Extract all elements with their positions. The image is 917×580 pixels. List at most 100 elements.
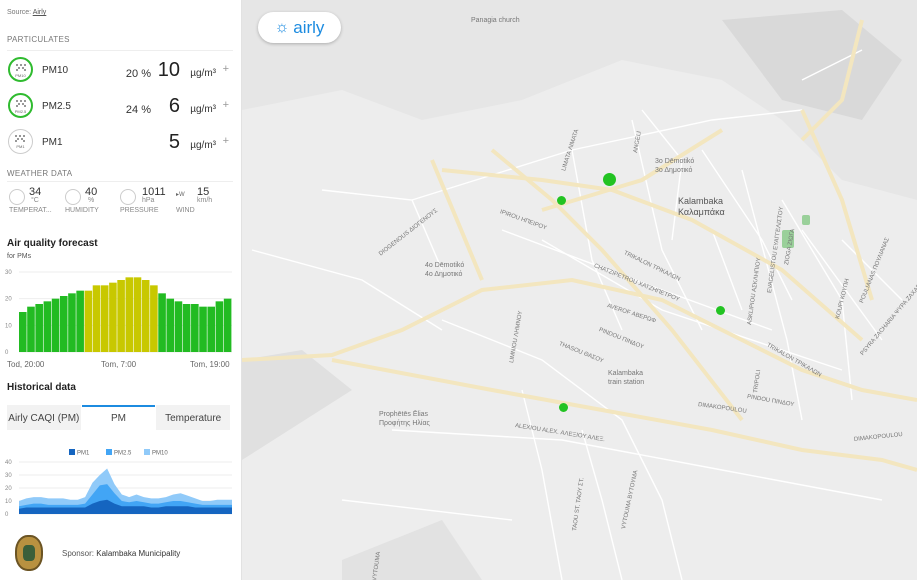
- pm-row-pm25[interactable]: PM2.5 PM2.5 24 % 6 µg/m³ +: [7, 91, 233, 121]
- pm-name: PM1: [42, 137, 63, 148]
- poi-station: Kalambaka: [608, 370, 644, 377]
- forecast-chart: 0 10 20 30: [5, 270, 232, 356]
- poi-prophet: Prophētēs Ēlias: [379, 411, 429, 418]
- forecast-bar: [207, 306, 216, 352]
- legend-swatch: [144, 449, 150, 455]
- historical-tabs: Airly CAQI (PM) PM Temperature: [7, 405, 231, 430]
- pm-value: 5: [168, 131, 180, 153]
- forecast-bar: [191, 304, 199, 352]
- poi-demotiko4-gr: 4ο Δημοτικό: [425, 271, 463, 278]
- forecast-bar: [182, 304, 191, 352]
- gauge-icon: [120, 189, 136, 205]
- pm-name: PM10: [42, 65, 69, 76]
- forecast-bar: [125, 277, 134, 352]
- sponsor-label: Sponsor:: [62, 549, 95, 558]
- pm-percent: 20 %: [125, 68, 151, 80]
- pm-percent: 24 %: [125, 104, 151, 116]
- divider: [7, 181, 233, 182]
- y-tick-label: 10: [5, 499, 12, 505]
- droplet-icon: [65, 189, 81, 205]
- forecast-title: Air quality forecast: [7, 238, 98, 249]
- forecast-bar: [51, 298, 60, 352]
- pm-name: PM2.5: [42, 101, 71, 112]
- humidity-unit: %: [88, 197, 95, 204]
- map-parks: [782, 215, 810, 248]
- forecast-subtitle: for PMs: [7, 253, 32, 260]
- particulates-heading: PARTICULATES: [7, 35, 70, 44]
- sensor-marker[interactable]: [557, 196, 566, 205]
- town-kalambaka: Kalambaka: [678, 196, 724, 206]
- pm-row-pm1[interactable]: PM1 PM1 5 µg/m³ +: [7, 127, 233, 157]
- poi-station2: train station: [608, 379, 645, 386]
- forecast-tick-start: Tod, 20:00: [7, 360, 45, 369]
- sensor-marker[interactable]: [716, 306, 725, 315]
- expand-plus-icon[interactable]: +: [223, 135, 229, 147]
- legend-swatch: [69, 449, 75, 455]
- forecast-bar: [199, 306, 207, 352]
- pressure-label: PRESSURE: [120, 207, 159, 214]
- wind-arrow-icon: ▸W: [176, 192, 185, 198]
- forecast-bar: [141, 280, 150, 352]
- pm-unit: µg/m³: [190, 104, 216, 115]
- tab-temperature[interactable]: Temperature: [156, 405, 231, 430]
- forecast-bar: [133, 277, 142, 352]
- sensor-marker[interactable]: [603, 173, 616, 186]
- poi-demotiko4: 4o Dēmotikó: [425, 262, 465, 269]
- legend-label: PM10: [152, 451, 168, 457]
- y-tick-label: 30: [5, 270, 12, 276]
- temperature-label: TEMPERAT...: [9, 207, 52, 214]
- poi-prophet-gr: Προφήτης Ηλίας: [379, 420, 430, 427]
- expand-plus-icon[interactable]: +: [223, 99, 229, 111]
- sponsor-name[interactable]: Kalambaka Municipality: [96, 549, 180, 558]
- forecast-bar: [117, 280, 125, 352]
- forecast-bar: [215, 301, 224, 352]
- divider: [7, 50, 233, 51]
- forecast-bar: [43, 301, 52, 352]
- poi-demotiko3-gr: 3ο Δημοτικό: [655, 167, 693, 174]
- particles-icon: PM2.5: [8, 93, 33, 118]
- tab-pm[interactable]: PM: [81, 405, 156, 430]
- forecast-bar: [100, 285, 109, 352]
- y-tick-label: 40: [5, 460, 12, 466]
- pm-row-pm10[interactable]: PM10 PM10 20 % 10 µg/m³ +: [7, 55, 233, 85]
- airly-logo[interactable]: ☼ airly: [258, 12, 341, 43]
- historical-title: Historical data: [7, 382, 76, 393]
- forecast-bar: [19, 312, 27, 352]
- forecast-tick-end: Tom, 19:00: [190, 360, 230, 369]
- forecast-bar: [223, 298, 232, 352]
- info-panel: Source: Airly PARTICULATES PM10 PM10 20 % 1…: [0, 0, 242, 580]
- town-kalambaka-gr: Καλαμπάκα: [678, 207, 725, 217]
- forecast-tick-mid: Tom, 7:00: [101, 360, 137, 369]
- pressure-unit: hPa: [142, 197, 155, 204]
- sun-icon: ☼: [274, 18, 290, 36]
- sponsor-logo: [15, 535, 43, 571]
- humidity-label: HUMIDITY: [65, 207, 99, 214]
- legend-label: PM2.5: [114, 451, 132, 457]
- forecast-bar: [84, 290, 93, 352]
- weather-heading: WEATHER DATA: [7, 169, 73, 178]
- historical-chart: 0 10 20 30 40 PM1 PM2.5 PM10: [5, 449, 232, 518]
- expand-plus-icon[interactable]: +: [223, 63, 229, 75]
- pm-unit: µg/m³: [190, 140, 216, 151]
- source-link[interactable]: Airly: [33, 9, 47, 16]
- forecast-bar: [92, 285, 101, 352]
- legend-label: PM1: [77, 451, 90, 457]
- forecast-bar: [158, 293, 166, 352]
- forecast-bar: [109, 282, 117, 352]
- source-prefix: Source:: [7, 9, 32, 16]
- forecast-bar: [174, 301, 183, 352]
- wind-label: WIND: [176, 207, 195, 214]
- legend-swatch: [106, 449, 112, 455]
- source-line: Source: Airly: [7, 9, 46, 16]
- forecast-bar: [150, 285, 158, 352]
- sensor-marker[interactable]: [559, 403, 568, 412]
- y-tick-label: 0: [5, 350, 9, 356]
- y-tick-label: 30: [5, 473, 12, 479]
- temperature-unit: °C: [31, 197, 39, 204]
- tab-airly-caqi[interactable]: Airly CAQI (PM): [7, 405, 81, 430]
- map[interactable]: ☼ airly Panagia church 3o Dēmotikó 3ο Δημ…: [242, 0, 917, 580]
- y-tick-label: 10: [5, 323, 12, 329]
- sponsor-line: Sponsor: Kalambaka Municipality: [62, 549, 180, 558]
- poi-panagia: Panagia church: [471, 17, 520, 24]
- y-tick-label: 0: [5, 512, 9, 518]
